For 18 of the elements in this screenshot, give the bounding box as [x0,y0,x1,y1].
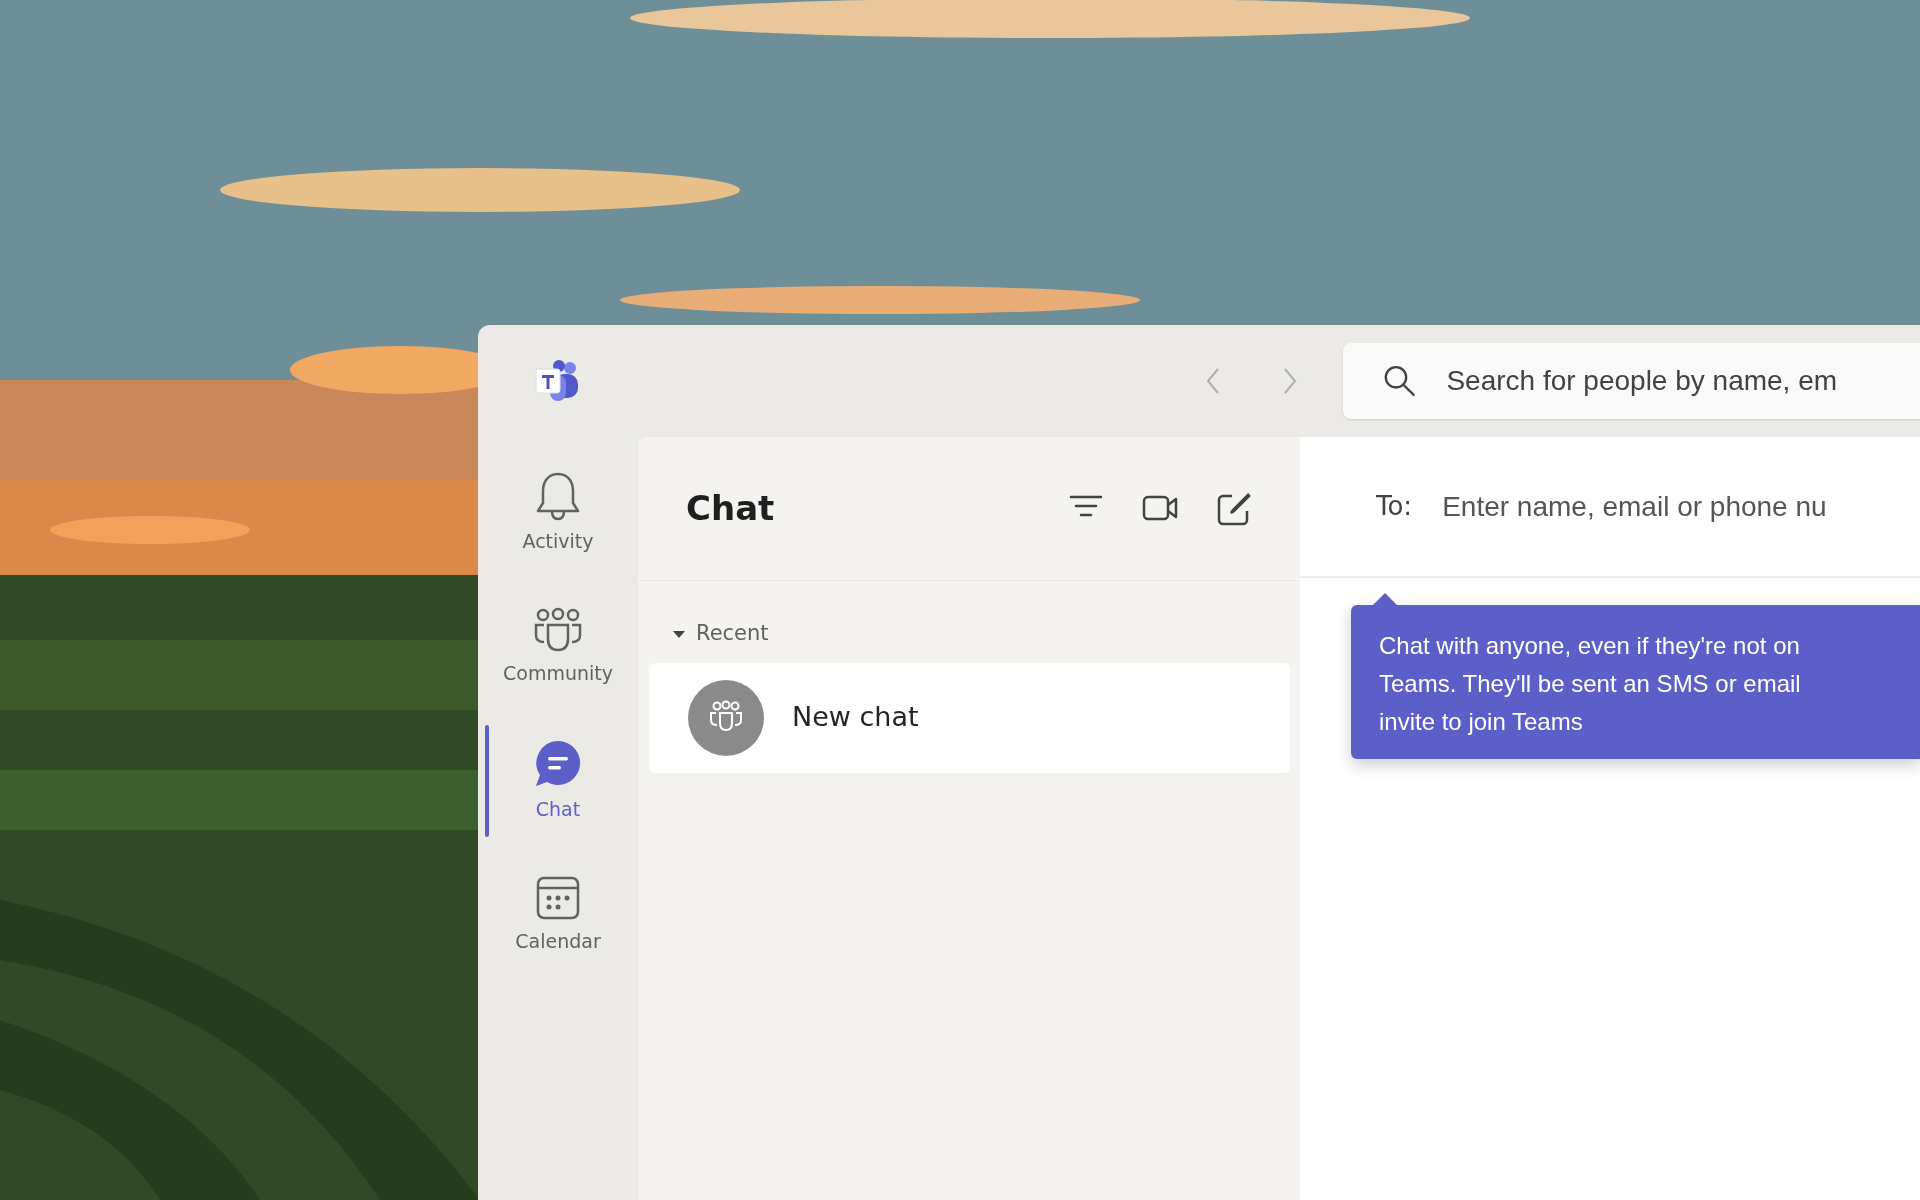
rail-tab[interactable]: Activity [478,451,638,575]
rail-tab[interactable]: Calendar [478,853,638,977]
panel-title: Chat [686,488,776,529]
group-avatar-icon [688,679,764,756]
calendar-icon [535,874,581,921]
people-icon [532,606,584,653]
to-label: To: [1376,490,1413,523]
edit-icon [1216,490,1252,527]
search-bar[interactable]: Search for people by name, em [1343,343,1920,419]
search-field[interactable]: Search for people by name, em [1446,360,1920,402]
chat-bubble-icon [533,738,583,789]
chat-item[interactable]: New chat [650,662,1290,773]
search-icon [1383,363,1417,399]
tooltip-pointer [1371,593,1399,607]
bell-icon [535,470,581,521]
section-header[interactable]: Recent [666,617,1300,651]
rail-tab[interactable]: Community [478,585,638,709]
rail-tab[interactable]: Chat [478,719,638,843]
